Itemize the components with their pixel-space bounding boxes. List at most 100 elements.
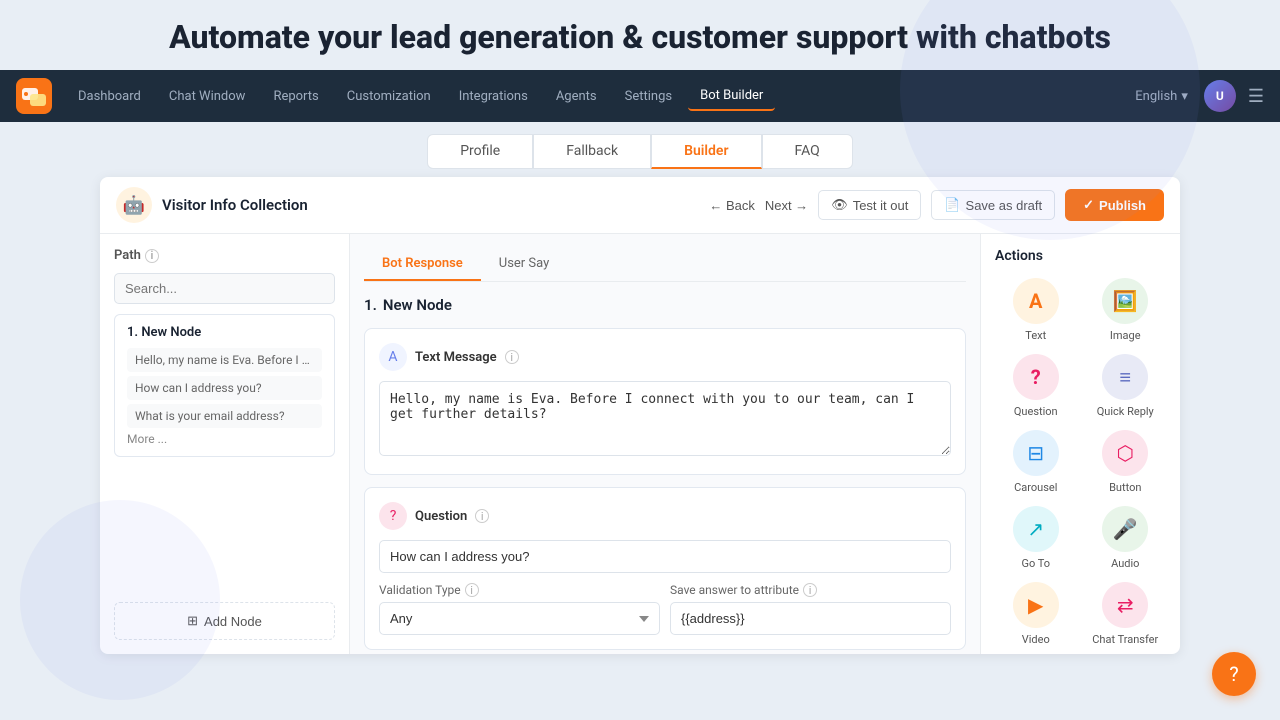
carousel-action-icon: ⊟	[1013, 430, 1059, 476]
navbar-logo	[16, 78, 52, 114]
audio-action-label: Audio	[1111, 557, 1139, 570]
search-input[interactable]	[114, 273, 335, 304]
tab-builder[interactable]: Builder	[651, 134, 761, 169]
save-attr-label: Save answer to attribute i	[670, 583, 951, 597]
text-message-label: Text Message	[415, 350, 497, 365]
nav-agents[interactable]: Agents	[544, 83, 609, 110]
nav-chat-window[interactable]: Chat Window	[157, 83, 258, 110]
builder-header: 🤖 Visitor Info Collection ← Back Next → …	[100, 177, 1180, 234]
question-action-label: Question	[1014, 405, 1058, 418]
question-form-row: Validation Type i Any Save answer to att…	[379, 583, 951, 635]
image-action-label: Image	[1110, 329, 1141, 342]
add-node-button[interactable]: ⊞ Add Node	[114, 602, 335, 640]
validation-label: Validation Type i	[379, 583, 660, 597]
save-attr-col: Save answer to attribute i	[670, 583, 951, 635]
quickreply-action-label: Quick Reply	[1097, 405, 1154, 418]
audio-action-icon: 🎤	[1102, 506, 1148, 552]
help-fab-button[interactable]: ?	[1212, 652, 1256, 696]
validation-col: Validation Type i Any	[379, 583, 660, 635]
path-header: Path i	[114, 248, 335, 263]
video-action-icon: ▶	[1013, 582, 1059, 628]
avatar: U	[1204, 80, 1236, 112]
text-message-header: A Text Message i	[379, 343, 951, 371]
publish-button[interactable]: ✓ Publish	[1065, 189, 1164, 221]
mid-panel: Bot Response User Say 1. New Node A Text…	[350, 234, 980, 654]
path-info-icon: i	[145, 249, 159, 263]
node-card: 1. New Node Hello, my name is Eva. Befor…	[114, 314, 335, 457]
node-msg-1: Hello, my name is Eva. Before I c...	[127, 348, 322, 372]
question-section: ? Question i Validation Type i Any	[364, 487, 966, 650]
save-attr-info-icon: i	[803, 583, 817, 597]
action-chat-transfer[interactable]: ⇄ Chat Transfer	[1085, 582, 1167, 646]
next-button[interactable]: Next →	[765, 198, 808, 213]
tab-user-say[interactable]: User Say	[481, 248, 568, 281]
back-button[interactable]: ← Back	[709, 198, 755, 213]
nav-menu-icon[interactable]: ☰	[1248, 86, 1264, 107]
action-goto[interactable]: ↗ Go To	[995, 506, 1077, 570]
text-message-input[interactable]: Hello, my name is Eva. Before I connect …	[379, 381, 951, 456]
nav-settings[interactable]: Settings	[613, 83, 684, 110]
image-action-icon: 🖼️	[1102, 278, 1148, 324]
text-message-info-icon: i	[505, 350, 519, 364]
question-info-icon: i	[475, 509, 489, 523]
node-card-title: 1. New Node	[127, 325, 322, 340]
action-quickreply[interactable]: ≡ Quick Reply	[1085, 354, 1167, 418]
builder-body: Path i 1. New Node Hello, my name is Eva…	[100, 234, 1180, 654]
text-message-section: A Text Message i Hello, my name is Eva. …	[364, 328, 966, 475]
tab-fallback[interactable]: Fallback	[533, 134, 651, 169]
actions-grid: A Text 🖼️ Image ? Question ≡ Quick Reply…	[995, 278, 1166, 654]
chat-transfer-action-icon: ⇄	[1102, 582, 1148, 628]
question-icon: ?	[379, 502, 407, 530]
save-draft-button[interactable]: 📄 Save as draft	[931, 190, 1055, 220]
nav-language[interactable]: English ▾	[1135, 89, 1188, 104]
question-input[interactable]	[379, 540, 951, 573]
action-video[interactable]: ▶ Video	[995, 582, 1077, 646]
action-audio[interactable]: 🎤 Audio	[1085, 506, 1167, 570]
draft-icon: 📄	[944, 197, 960, 213]
save-attr-input[interactable]	[670, 602, 951, 635]
builder-container: 🤖 Visitor Info Collection ← Back Next → …	[100, 177, 1180, 654]
nav-bot-builder[interactable]: Bot Builder	[688, 82, 775, 111]
action-image[interactable]: 🖼️ Image	[1085, 278, 1167, 342]
action-carousel[interactable]: ⊟ Carousel	[995, 430, 1077, 494]
validation-select[interactable]: Any	[379, 602, 660, 635]
right-panel: Actions A Text 🖼️ Image ? Question ≡ Qui…	[980, 234, 1180, 654]
goto-action-label: Go To	[1021, 557, 1050, 570]
nav-customization[interactable]: Customization	[335, 83, 443, 110]
text-action-icon: A	[1013, 278, 1059, 324]
button-action-label: Button	[1109, 481, 1141, 494]
nav-dashboard[interactable]: Dashboard	[66, 83, 153, 110]
action-text[interactable]: A Text	[995, 278, 1077, 342]
tab-bar: Profile Fallback Builder FAQ	[0, 122, 1280, 177]
action-question[interactable]: ? Question	[995, 354, 1077, 418]
hero-heading: Automate your lead generation & customer…	[0, 0, 1280, 70]
node-msg-2: How can I address you?	[127, 376, 322, 400]
response-tabs: Bot Response User Say	[364, 248, 966, 282]
text-action-label: Text	[1025, 329, 1046, 342]
question-header: ? Question i	[379, 502, 951, 530]
button-action-icon: ⬡	[1102, 430, 1148, 476]
node-more: More ...	[127, 432, 322, 446]
nav-integrations[interactable]: Integrations	[447, 83, 540, 110]
eye-icon: 👁	[831, 197, 848, 213]
tab-faq[interactable]: FAQ	[762, 134, 853, 169]
plus-icon: ⊞	[187, 613, 198, 629]
tab-profile[interactable]: Profile	[427, 134, 533, 169]
question-label: Question	[415, 509, 467, 524]
node-msg-3: What is your email address?	[127, 404, 322, 428]
left-panel: Path i 1. New Node Hello, my name is Eva…	[100, 234, 350, 654]
nav-reports[interactable]: Reports	[261, 83, 330, 110]
question-action-icon: ?	[1013, 354, 1059, 400]
test-button[interactable]: 👁 Test it out	[818, 190, 921, 220]
validation-info-icon: i	[465, 583, 479, 597]
navbar: Dashboard Chat Window Reports Customizat…	[0, 70, 1280, 122]
quickreply-action-icon: ≡	[1102, 354, 1148, 400]
goto-action-icon: ↗	[1013, 506, 1059, 552]
tab-bot-response[interactable]: Bot Response	[364, 248, 481, 281]
builder-title: Visitor Info Collection	[162, 196, 699, 214]
action-button[interactable]: ⬡ Button	[1085, 430, 1167, 494]
bot-icon: 🤖	[116, 187, 152, 223]
node-main-title: 1. New Node	[364, 296, 966, 314]
carousel-action-label: Carousel	[1014, 481, 1057, 494]
chat-transfer-action-label: Chat Transfer	[1092, 633, 1158, 646]
